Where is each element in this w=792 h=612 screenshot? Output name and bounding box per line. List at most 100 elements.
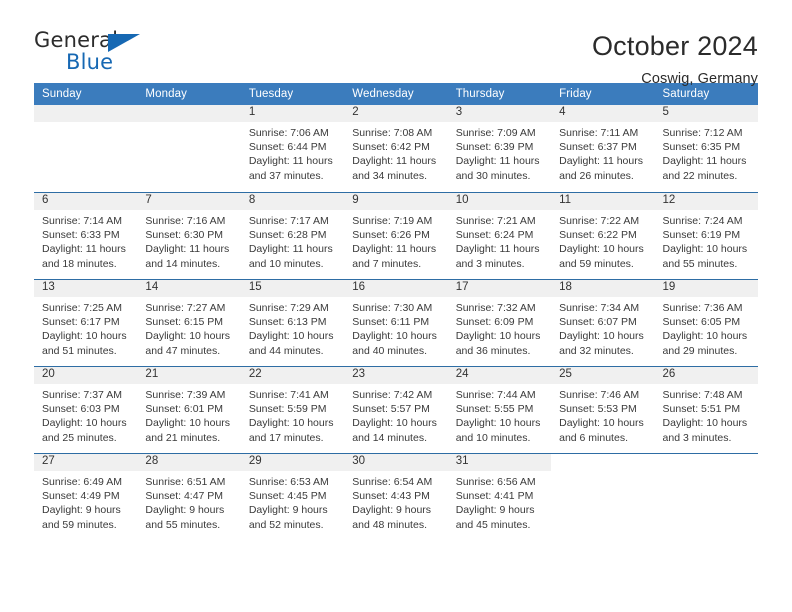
general-blue-logo[interactable]: General Blue [34, 30, 154, 76]
calendar-day-cell-15[interactable]: 15 Sunrise: 7:29 AM Sunset: 6:13 PM Dayligh… [240, 279, 345, 366]
day-number: 26 [654, 367, 758, 384]
calendar-day-cell-empty [551, 453, 655, 540]
calendar-day-cell-21[interactable]: 21 Sunrise: 7:39 AM Sunset: 6:01 PM Dayligh… [137, 366, 241, 453]
calendar-day-cell-31[interactable]: 31 Sunrise: 6:56 AM Sunset: 4:41 PM Dayligh… [447, 453, 552, 540]
calendar-day-cell-empty [654, 453, 758, 540]
day-detail-line: and 17 minutes. [248, 431, 324, 444]
day-detail-line: Sunset: 4:43 PM [352, 490, 430, 503]
day-detail-line: Daylight: 10 hours [455, 417, 541, 430]
calendar-week-row: 1 Sunrise: 7:06 AM Sunset: 6:44 PM Daylight… [34, 105, 758, 192]
day-detail-line: Daylight: 11 hours [352, 155, 437, 168]
day-details: Sunrise: 7:22 AM Sunset: 6:22 PM Daylight:… [551, 210, 654, 271]
day-detail-line: Sunset: 4:47 PM [145, 490, 224, 503]
day-detail-line: Daylight: 10 hours [559, 330, 644, 343]
calendar-weeks: 1 Sunrise: 7:06 AM Sunset: 6:44 PM Daylight… [34, 105, 758, 540]
day-detail-line: Sunrise: 7:17 AM [248, 215, 329, 227]
day-details: Sunrise: 7:08 AM Sunset: 6:42 PM Daylight:… [344, 122, 447, 183]
calendar-day-cell-16[interactable]: 16 Sunrise: 7:30 AM Sunset: 6:11 PM Dayligh… [344, 279, 448, 366]
day-detail-line: and 18 minutes. [42, 257, 117, 270]
day-detail-line: Sunset: 5:53 PM [559, 403, 637, 416]
day-detail-line: Sunset: 6:30 PM [145, 229, 224, 242]
day-details: Sunrise: 6:54 AM Sunset: 4:43 PM Daylight:… [344, 471, 447, 532]
day-detail-line: Daylight: 10 hours [42, 330, 127, 343]
day-detail-line: Daylight: 10 hours [145, 417, 231, 430]
day-detail-line: Daylight: 10 hours [662, 243, 748, 256]
day-details: Sunrise: 7:46 AM Sunset: 5:53 PM Daylight:… [551, 384, 654, 445]
calendar-page: General Blue October 2024 Coswig, German… [0, 0, 792, 612]
day-number: 27 [34, 454, 138, 471]
calendar-day-cell-14[interactable]: 14 Sunrise: 7:27 AM Sunset: 6:15 PM Dayligh… [137, 279, 241, 366]
day-details: Sunrise: 6:49 AM Sunset: 4:49 PM Daylight:… [34, 471, 137, 532]
day-detail-line: Sunset: 5:59 PM [248, 403, 327, 416]
day-detail-line: Sunrise: 7:06 AM [248, 127, 329, 139]
day-detail-line: Daylight: 11 hours [42, 243, 126, 256]
day-detail-line: Daylight: 9 hours [248, 504, 328, 517]
calendar-day-cell-25[interactable]: 25 Sunrise: 7:46 AM Sunset: 5:53 PM Dayligh… [551, 366, 655, 453]
day-detail-line: Daylight: 11 hours [662, 155, 747, 168]
calendar-day-cell-4[interactable]: 4 Sunrise: 7:11 AM Sunset: 6:37 PM Daylight… [551, 105, 655, 192]
calendar-day-cell-24[interactable]: 24 Sunrise: 7:44 AM Sunset: 5:55 PM Dayligh… [447, 366, 552, 453]
calendar-day-cell-26[interactable]: 26 Sunrise: 7:48 AM Sunset: 5:51 PM Dayligh… [654, 366, 758, 453]
day-detail-line: Sunrise: 7:46 AM [559, 389, 640, 401]
day-number: 13 [34, 280, 138, 297]
day-detail-line: Sunrise: 7:29 AM [248, 302, 329, 314]
calendar-day-cell-19[interactable]: 19 Sunrise: 7:36 AM Sunset: 6:05 PM Dayligh… [654, 279, 758, 366]
calendar-day-cell-6[interactable]: 6 Sunrise: 7:14 AM Sunset: 6:33 PM Daylight… [34, 192, 138, 279]
calendar-day-cell-2[interactable]: 2 Sunrise: 7:08 AM Sunset: 6:42 PM Daylight… [344, 105, 448, 192]
calendar-day-cell-22[interactable]: 22 Sunrise: 7:41 AM Sunset: 5:59 PM Dayligh… [240, 366, 345, 453]
calendar-day-cell-28[interactable]: 28 Sunrise: 6:51 AM Sunset: 4:47 PM Dayligh… [137, 453, 241, 540]
day-detail-line: Daylight: 10 hours [145, 330, 231, 343]
calendar-day-cell-18[interactable]: 18 Sunrise: 7:34 AM Sunset: 6:07 PM Dayligh… [551, 279, 655, 366]
day-details: Sunrise: 7:37 AM Sunset: 6:03 PM Daylight:… [34, 384, 137, 445]
day-detail-line: Sunset: 6:01 PM [145, 403, 224, 416]
day-detail-line: and 48 minutes. [352, 518, 427, 531]
day-detail-line: Sunset: 6:09 PM [455, 316, 534, 329]
calendar-day-cell-5[interactable]: 5 Sunrise: 7:12 AM Sunset: 6:35 PM Daylight… [654, 105, 758, 192]
calendar-day-cell-1[interactable]: 1 Sunrise: 7:06 AM Sunset: 6:44 PM Daylight… [240, 105, 345, 192]
day-detail-line: Daylight: 10 hours [559, 417, 644, 430]
day-detail-line: Sunrise: 7:11 AM [559, 127, 639, 139]
day-detail-line: Daylight: 10 hours [248, 330, 334, 343]
day-detail-line: Sunset: 6:33 PM [42, 229, 120, 242]
calendar-day-cell-10[interactable]: 10 Sunrise: 7:21 AM Sunset: 6:24 PM Dayligh… [447, 192, 552, 279]
day-number [551, 454, 654, 471]
day-detail-line: Sunset: 5:57 PM [352, 403, 430, 416]
day-number: 6 [34, 193, 138, 210]
day-detail-line: Sunrise: 7:39 AM [145, 389, 226, 401]
calendar-day-cell-27[interactable]: 27 Sunrise: 6:49 AM Sunset: 4:49 PM Dayligh… [34, 453, 138, 540]
day-detail-line: Sunset: 6:19 PM [662, 229, 741, 242]
day-number: 22 [240, 367, 345, 384]
day-detail-line: Sunset: 5:51 PM [662, 403, 741, 416]
calendar-day-cell-9[interactable]: 9 Sunrise: 7:19 AM Sunset: 6:26 PM Daylight… [344, 192, 448, 279]
day-number: 5 [654, 105, 758, 122]
calendar-day-cell-13[interactable]: 13 Sunrise: 7:25 AM Sunset: 6:17 PM Dayligh… [34, 279, 138, 366]
day-detail-line: Sunrise: 7:44 AM [455, 389, 536, 401]
calendar-day-cell-20[interactable]: 20 Sunrise: 7:37 AM Sunset: 6:03 PM Dayligh… [34, 366, 138, 453]
calendar-day-cell-23[interactable]: 23 Sunrise: 7:42 AM Sunset: 5:57 PM Dayligh… [344, 366, 448, 453]
calendar-day-cell-7[interactable]: 7 Sunrise: 7:16 AM Sunset: 6:30 PM Daylight… [137, 192, 241, 279]
calendar-day-cell-17[interactable]: 17 Sunrise: 7:32 AM Sunset: 6:09 PM Dayligh… [447, 279, 552, 366]
weekday-header-wednesday: Wednesday [352, 88, 414, 100]
day-details: Sunrise: 7:48 AM Sunset: 5:51 PM Daylight:… [655, 384, 758, 445]
day-detail-line: Sunset: 6:22 PM [559, 229, 637, 242]
calendar-day-cell-29[interactable]: 29 Sunrise: 6:53 AM Sunset: 4:45 PM Dayligh… [240, 453, 345, 540]
day-detail-line: and 30 minutes. [455, 169, 531, 182]
calendar-day-cell-11[interactable]: 11 Sunrise: 7:22 AM Sunset: 6:22 PM Dayligh… [551, 192, 655, 279]
day-number: 18 [551, 280, 655, 297]
day-number [655, 454, 758, 471]
weekday-header-saturday: Saturday [662, 88, 710, 100]
day-details: Sunrise: 7:27 AM Sunset: 6:15 PM Daylight:… [137, 297, 240, 358]
day-detail-line: Sunrise: 7:30 AM [352, 302, 433, 314]
day-details: Sunrise: 7:34 AM Sunset: 6:07 PM Daylight:… [551, 297, 654, 358]
calendar-day-cell-12[interactable]: 12 Sunrise: 7:24 AM Sunset: 6:19 PM Dayligh… [654, 192, 758, 279]
calendar-day-cell-3[interactable]: 3 Sunrise: 7:09 AM Sunset: 6:39 PM Daylight… [447, 105, 552, 192]
calendar-day-cell-30[interactable]: 30 Sunrise: 6:54 AM Sunset: 4:43 PM Dayligh… [344, 453, 448, 540]
day-detail-line: Sunset: 6:26 PM [352, 229, 430, 242]
calendar-day-cell-8[interactable]: 8 Sunrise: 7:17 AM Sunset: 6:28 PM Daylight… [240, 192, 345, 279]
day-detail-line: and 32 minutes. [559, 344, 634, 357]
weekday-header-row: Sunday Monday Tuesday Wednesday Thursday Frid… [34, 83, 758, 105]
day-details: Sunrise: 6:53 AM Sunset: 4:45 PM Daylight:… [241, 471, 344, 532]
day-detail-line: Daylight: 10 hours [352, 330, 437, 343]
day-detail-line: and 10 minutes. [248, 257, 324, 270]
day-details: Sunrise: 7:39 AM Sunset: 6:01 PM Daylight:… [137, 384, 240, 445]
